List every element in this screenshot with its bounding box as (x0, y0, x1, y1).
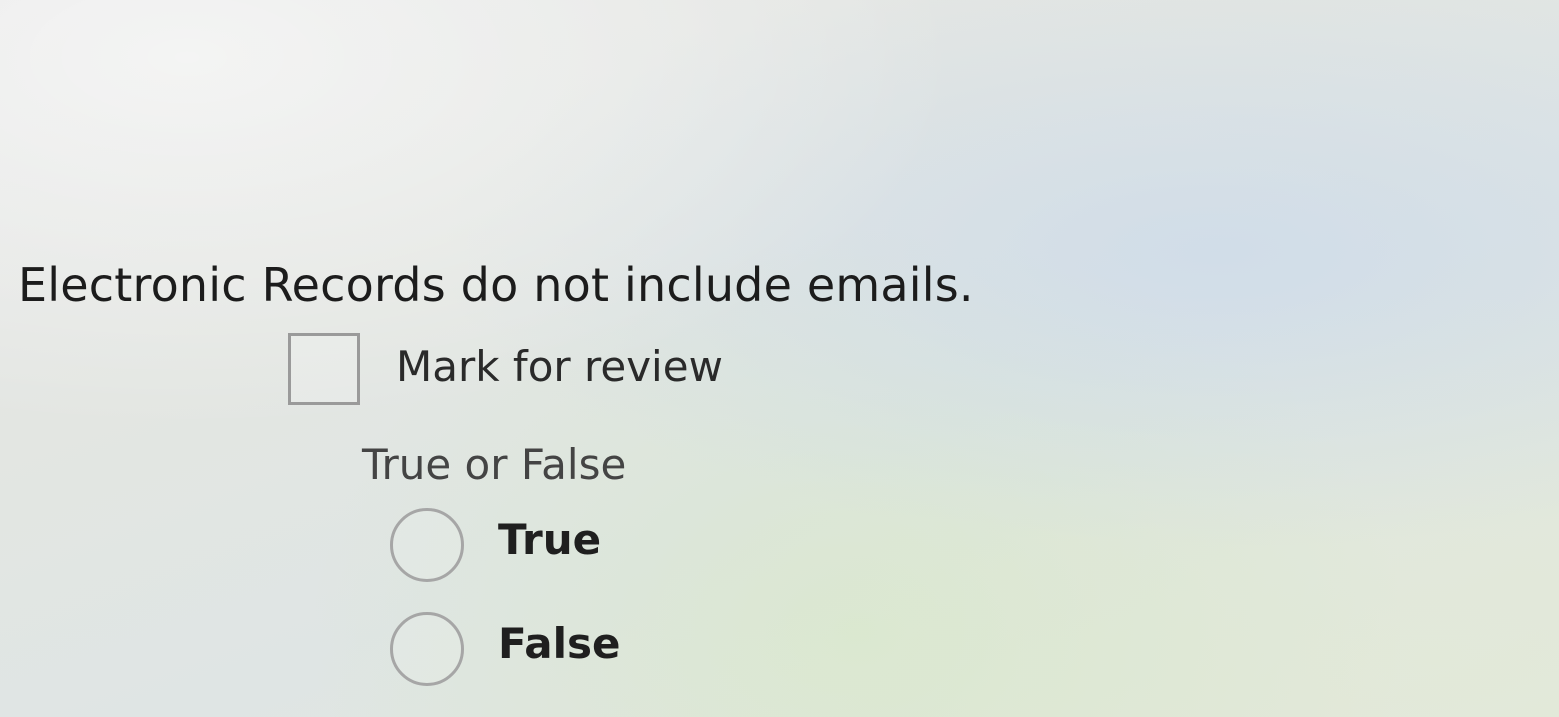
mark-for-review-label: Mark for review (396, 341, 723, 391)
mark-for-review-toggle[interactable]: Mark for review (288, 333, 723, 405)
question-type-label: True or False (362, 440, 627, 489)
answer-option-label: False (498, 618, 621, 668)
answer-option-true[interactable]: True (390, 508, 601, 582)
question-text: Electronic Records do not include emails… (18, 258, 974, 312)
radio-button-true[interactable] (390, 508, 464, 582)
answer-option-false[interactable]: False (390, 612, 620, 686)
mark-for-review-checkbox[interactable] (288, 333, 360, 405)
radio-button-false[interactable] (390, 612, 464, 686)
answer-option-label: True (498, 514, 602, 564)
